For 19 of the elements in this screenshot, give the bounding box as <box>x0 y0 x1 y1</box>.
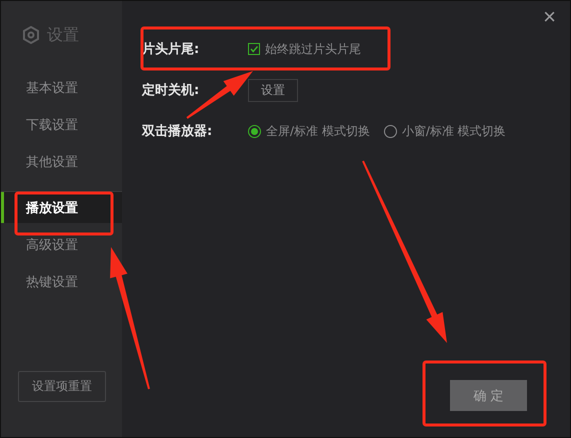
close-button[interactable]: × <box>539 4 560 30</box>
confirm-button[interactable]: 确 定 <box>450 380 527 411</box>
timer-settings-button[interactable]: 设置 <box>248 78 298 102</box>
sidebar-item[interactable]: 高级设置 <box>1 229 82 260</box>
sidebar-item[interactable]: 基本设置 <box>1 72 82 103</box>
radio-button[interactable] <box>384 124 397 138</box>
sidebar-item[interactable]: 下载设置 <box>1 109 82 140</box>
radio-option[interactable]: 全屏/标准 模式切换 <box>248 122 370 140</box>
radio-button[interactable] <box>248 124 261 138</box>
sidebar-item[interactable]: 热键设置 <box>1 266 82 297</box>
setting-label: 双击播放器: <box>142 123 214 140</box>
checkbox[interactable] <box>248 43 260 55</box>
sidebar-item[interactable]: 其他设置 <box>1 146 82 177</box>
hexagon-icon <box>23 26 39 44</box>
radio-option[interactable]: 小窗/标准 模式切换 <box>384 122 506 140</box>
skip-checkbox[interactable]: 始终跳过片头片尾 <box>248 40 361 58</box>
reset-button[interactable]: 设置项重置 <box>18 371 106 402</box>
setting-label: 定时关机: <box>142 82 200 99</box>
setting-label: 片头片尾: <box>142 41 200 58</box>
